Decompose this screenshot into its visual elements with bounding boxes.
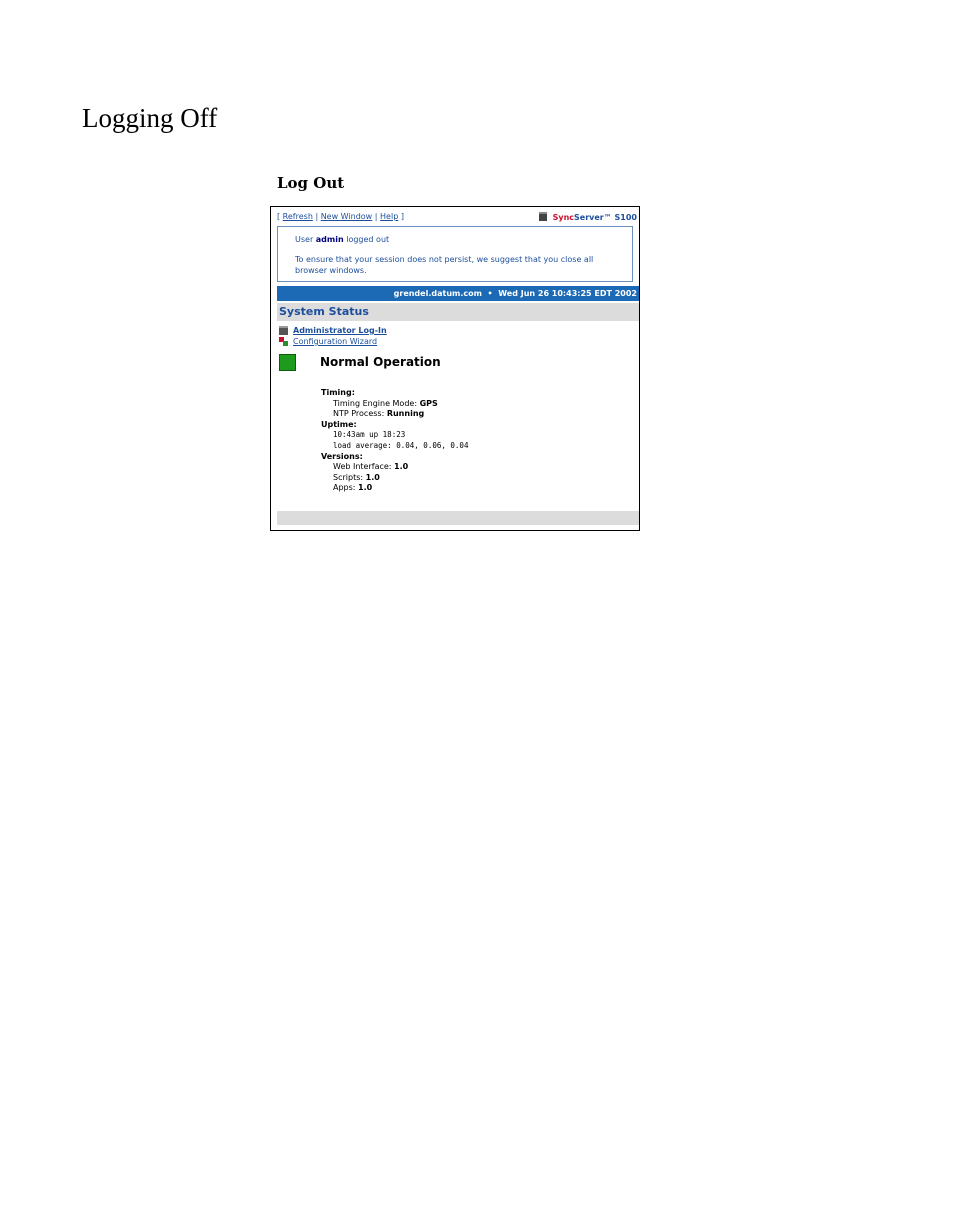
help-link[interactable]: Help [380, 212, 398, 221]
status-indicator-icon [279, 354, 296, 371]
ntp-label: NTP Process: [333, 409, 385, 419]
host-name: grendel.datum.com [393, 289, 482, 298]
new-window-link[interactable]: New Window [321, 212, 373, 221]
browser-screenshot: [ Refresh | New Window | Help ] SyncServ… [270, 206, 640, 531]
uptime-title: Uptime: [321, 419, 357, 429]
apps-row: Apps: 1.0 [321, 483, 631, 494]
bullet: • [487, 289, 493, 298]
page-heading: Logging Off [82, 103, 218, 133]
logout-advice: To ensure that your session does not per… [295, 255, 594, 275]
toolbar: [ Refresh | New Window | Help ] SyncServ… [277, 212, 639, 224]
ntp-row: NTP Process: Running [321, 409, 631, 420]
status-details: Timing: Timing Engine Mode: GPS NTP Proc… [321, 388, 631, 494]
load-average-line: load average: 0.04, 0.06, 0.04 [333, 440, 469, 450]
uptime-line: 10:43am up 18:23 [333, 430, 406, 440]
web-interface-value: 1.0 [394, 462, 409, 472]
timing-mode-row: Timing Engine Mode: GPS [321, 399, 631, 410]
bracket-open: [ [277, 212, 281, 221]
logout-suffix: logged out [346, 235, 390, 244]
scripts-row: Scripts: 1.0 [321, 473, 631, 484]
date-time: Wed Jun 26 10:43:25 EDT 2002 [498, 289, 637, 298]
brand-model: ™ S100 [603, 213, 637, 222]
section-title: System Status [277, 303, 639, 321]
web-interface-label: Web Interface: [333, 462, 392, 472]
logout-user: admin [315, 235, 344, 244]
logout-notice: User admin logged out To ensure that you… [277, 226, 633, 282]
logout-message: User admin logged out [295, 234, 624, 245]
nav-list: Administrator Log-In Configuration Wizar… [279, 325, 479, 347]
separator: | [315, 212, 319, 221]
brand-sync: Sync [552, 213, 575, 222]
host-status-bar: grendel.datum.com • Wed Jun 26 10:43:25 … [277, 286, 639, 301]
printer-icon[interactable] [538, 212, 547, 221]
scripts-label: Scripts: [333, 472, 364, 482]
apps-value: 1.0 [358, 483, 373, 493]
logout-prefix: User [295, 235, 314, 244]
figure-caption: Log Out [277, 174, 345, 192]
refresh-link[interactable]: Refresh [283, 212, 313, 221]
brand-server: Server [574, 213, 604, 222]
status-text: Normal Operation [320, 355, 441, 369]
wizard-icon [279, 337, 288, 346]
lock-icon [279, 326, 288, 335]
bracket-close: ] [400, 212, 404, 221]
web-interface-row: Web Interface: 1.0 [321, 462, 631, 473]
ntp-value: Running [386, 409, 425, 419]
nav-item-config-wizard[interactable]: Configuration Wizard [279, 336, 479, 347]
config-wizard-link[interactable]: Configuration Wizard [293, 336, 377, 347]
apps-label: Apps: [333, 483, 356, 493]
nav-item-admin-login[interactable]: Administrator Log-In [279, 325, 479, 336]
timing-mode-value: GPS [419, 398, 438, 408]
scripts-value: 1.0 [365, 472, 380, 482]
versions-title: Versions: [321, 451, 363, 461]
footer-bar [277, 511, 639, 525]
timing-mode-label: Timing Engine Mode: [333, 398, 418, 408]
timing-title: Timing: [321, 388, 355, 397]
brand-logo: SyncServer™ S100 [538, 212, 637, 222]
admin-login-link[interactable]: Administrator Log-In [293, 325, 387, 336]
separator: | [374, 212, 378, 221]
